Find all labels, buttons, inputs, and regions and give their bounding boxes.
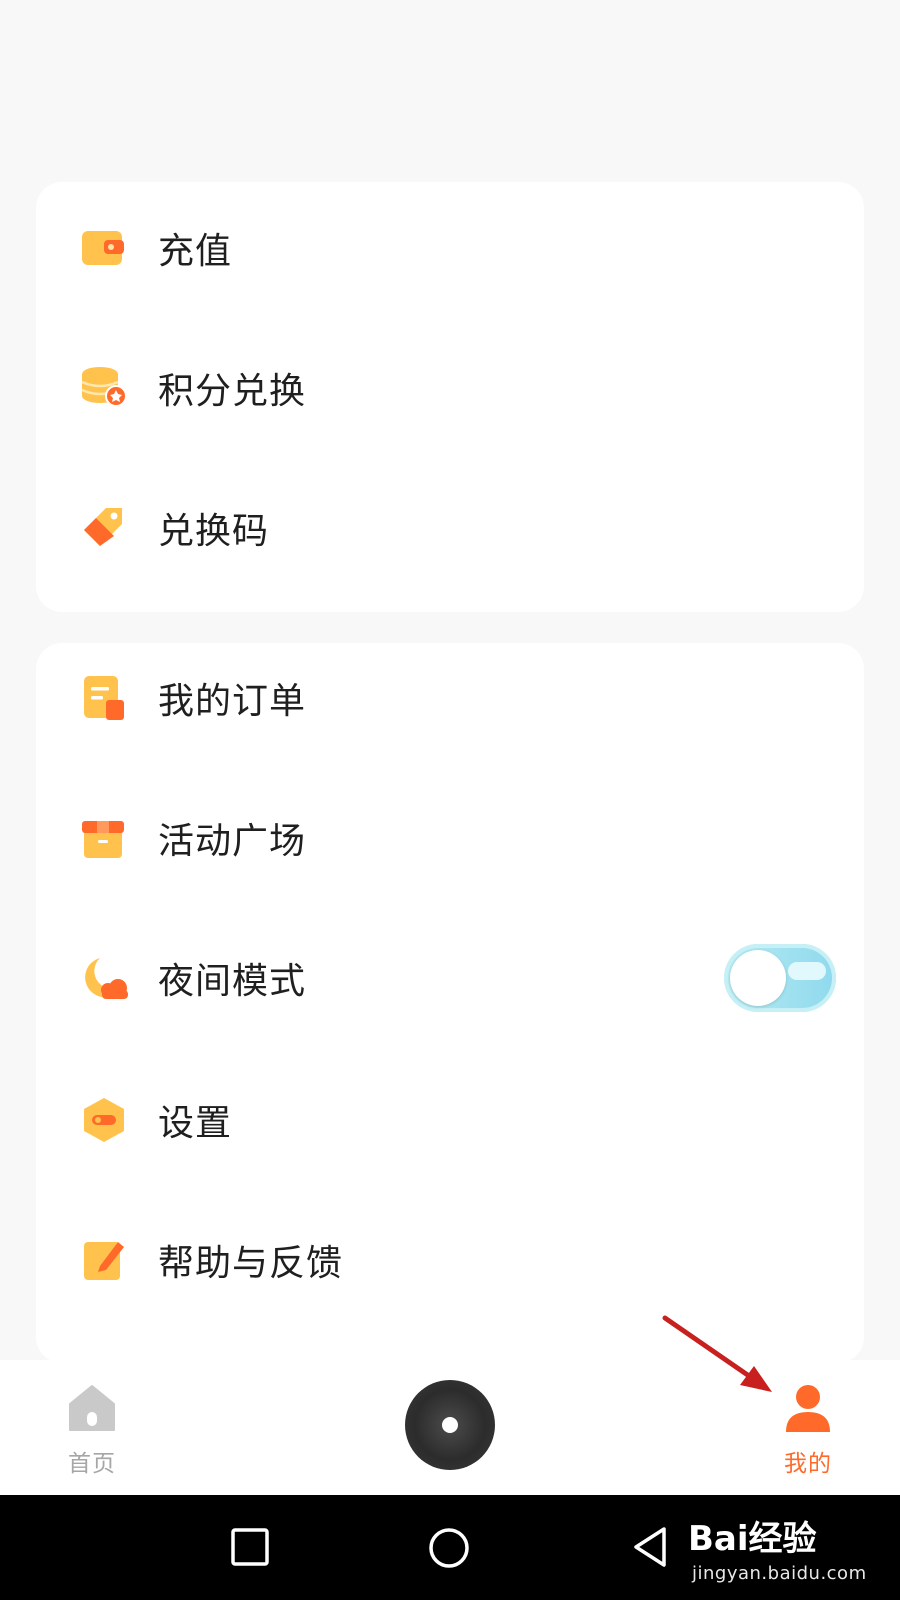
moon-icon	[85, 958, 128, 999]
menu-item-redeem-code[interactable]: 兑换码	[36, 478, 864, 578]
menu-item-label: 充值	[158, 231, 233, 272]
menu-item-help-feedback[interactable]: 帮助与反馈	[36, 1210, 864, 1310]
bottom-navigation: 首页 我的	[0, 1360, 900, 1495]
wallet-icon	[82, 231, 124, 265]
user-icon	[786, 1385, 830, 1432]
menu-item-settings[interactable]: 设置	[36, 1070, 864, 1170]
back-icon[interactable]	[628, 1525, 672, 1569]
order-icon	[84, 676, 124, 720]
toggle-knob	[730, 950, 786, 1006]
tab-mine-label: 我的	[784, 1451, 832, 1477]
menu-item-recharge[interactable]: 充值	[36, 198, 864, 298]
home-button-icon[interactable]	[426, 1525, 472, 1571]
recent-apps-icon[interactable]	[228, 1525, 272, 1569]
feedback-icon	[84, 1242, 124, 1280]
menu-item-label: 夜间模式	[158, 961, 307, 1002]
menu-item-label: 设置	[158, 1103, 233, 1144]
tab-home-label: 首页	[68, 1451, 116, 1477]
menu-item-points-exchange[interactable]: 积分兑换	[36, 338, 864, 438]
baidu-jingyan-watermark: Bai经验 jingyan.baidu.com	[688, 1505, 888, 1595]
menu-item-label: 活动广场	[158, 821, 307, 862]
tab-home[interactable]: 首页	[42, 1382, 142, 1478]
gift-icon	[82, 821, 124, 858]
settings-icon	[84, 1098, 124, 1142]
menu-card-account: 充值 积分兑换 兑换码	[36, 182, 864, 612]
menu-item-label: 我的订单	[158, 681, 307, 722]
cloud-decoration	[788, 962, 826, 980]
menu-item-activity-square[interactable]: 活动广场	[36, 788, 864, 888]
home-icon	[69, 1385, 115, 1431]
tag-icon	[84, 508, 122, 546]
watermark-url: jingyan.baidu.com	[692, 1563, 867, 1584]
menu-item-my-orders[interactable]: 我的订单	[36, 648, 864, 748]
coins-icon	[81, 367, 127, 407]
menu-item-night-mode: 夜间模式	[36, 928, 864, 1028]
menu-card-general: 我的订单 活动广场 夜间模式 设置 帮助与反馈	[36, 643, 864, 1363]
watermark-brand: Bai经验	[688, 1519, 817, 1559]
tab-mine[interactable]: 我的	[758, 1382, 858, 1478]
system-navigation-bar: Bai经验 jingyan.baidu.com	[0, 1495, 900, 1600]
menu-item-label: 积分兑换	[158, 371, 307, 412]
menu-item-label: 帮助与反馈	[158, 1243, 344, 1284]
music-player-button[interactable]	[405, 1380, 495, 1470]
night-mode-toggle[interactable]	[724, 944, 836, 1012]
menu-item-label: 兑换码	[158, 511, 270, 552]
disc-center	[442, 1417, 458, 1433]
